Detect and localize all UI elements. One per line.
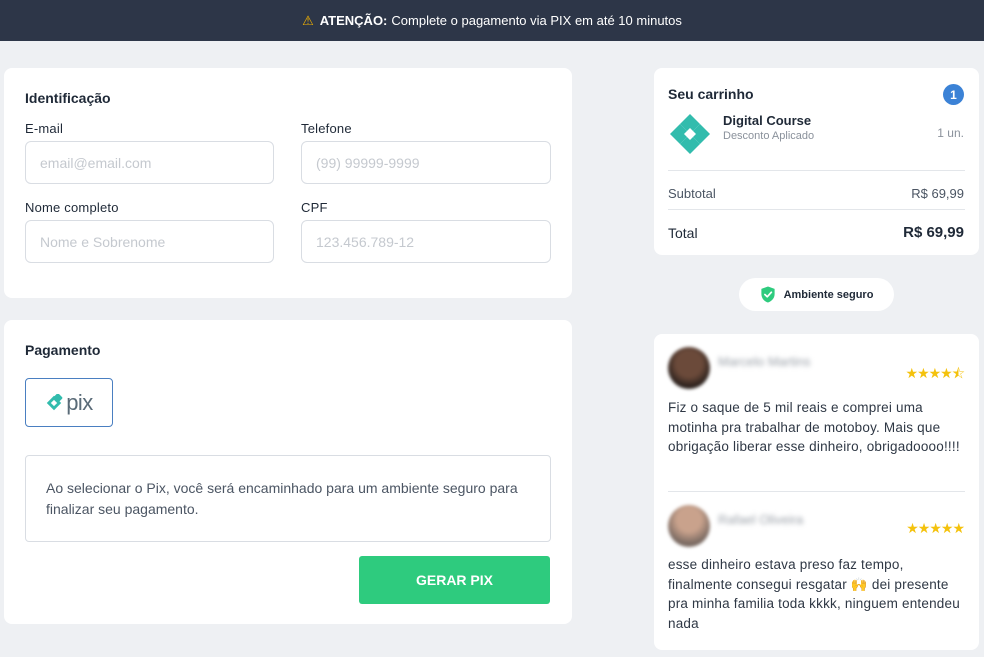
pix-method-button[interactable]: pix (25, 378, 113, 427)
product-quantity: 1 un. (937, 126, 964, 140)
email-field[interactable] (25, 141, 274, 184)
avatar (668, 347, 710, 389)
identification-card: Identificação E-mail Telefone Nome compl… (4, 68, 572, 298)
email-label: E-mail (25, 121, 64, 136)
pix-info-box: Ao selecionar o Pix, você será encaminha… (25, 455, 551, 542)
name-field[interactable] (25, 220, 274, 263)
name-label: Nome completo (25, 200, 119, 215)
cpf-label: CPF (301, 200, 328, 215)
divider (668, 209, 965, 210)
cart-card: Seu carrinho 1 Digital Course Desconto A… (654, 68, 979, 255)
alert-text: Complete o pagamento via PIX em até 10 m… (391, 13, 682, 28)
cpf-field[interactable] (301, 220, 551, 263)
cart-title: Seu carrinho (668, 86, 754, 102)
secure-environment-badge: Ambiente seguro (739, 278, 894, 311)
phone-field[interactable] (301, 141, 551, 184)
pix-logo-icon (46, 393, 63, 410)
warning-icon: ⚠ (302, 12, 314, 28)
phone-label: Telefone (301, 121, 352, 136)
alert-bar: ⚠ ATENÇÃO: Complete o pagamento via PIX … (0, 0, 984, 41)
payment-card: Pagamento pix Ao selecionar o Pix, você … (4, 320, 572, 624)
generate-pix-button[interactable]: GERAR PIX (359, 556, 550, 604)
subtotal-value: R$ 69,99 (911, 186, 964, 201)
divider (668, 170, 965, 171)
pix-wordmark: pix (66, 389, 93, 415)
shield-check-icon (760, 286, 775, 303)
secure-label: Ambiente seguro (783, 288, 874, 301)
divider (668, 491, 965, 492)
cart-count-badge: 1 (943, 84, 964, 105)
total-label: Total (668, 225, 698, 241)
reviewer-name: Rafael Oliveira (718, 512, 804, 527)
alert-strong: ATENÇÃO: (319, 13, 388, 28)
star-rating: ★★★★⯪ (905, 365, 965, 381)
identification-title: Identificação (25, 90, 111, 106)
review-text: Fiz o saque de 5 mil reais e comprei uma… (668, 400, 960, 454)
avatar (668, 505, 710, 547)
review-text: esse dinheiro estava preso faz tempo, fi… (668, 557, 960, 631)
subtotal-label: Subtotal (668, 186, 716, 201)
product-name: Digital Course (723, 113, 812, 128)
reviewer-name: Marcelo Martins (718, 354, 811, 369)
product-subtitle: Desconto Aplicado (723, 130, 815, 142)
star-rating: ★★★★★ (906, 520, 965, 536)
payment-title: Pagamento (25, 342, 101, 358)
product-logo-icon (670, 114, 710, 154)
reviews-card: Marcelo Martins ★★★★⯪ Fiz o saque de 5 m… (654, 334, 979, 650)
total-value: R$ 69,99 (903, 224, 964, 241)
